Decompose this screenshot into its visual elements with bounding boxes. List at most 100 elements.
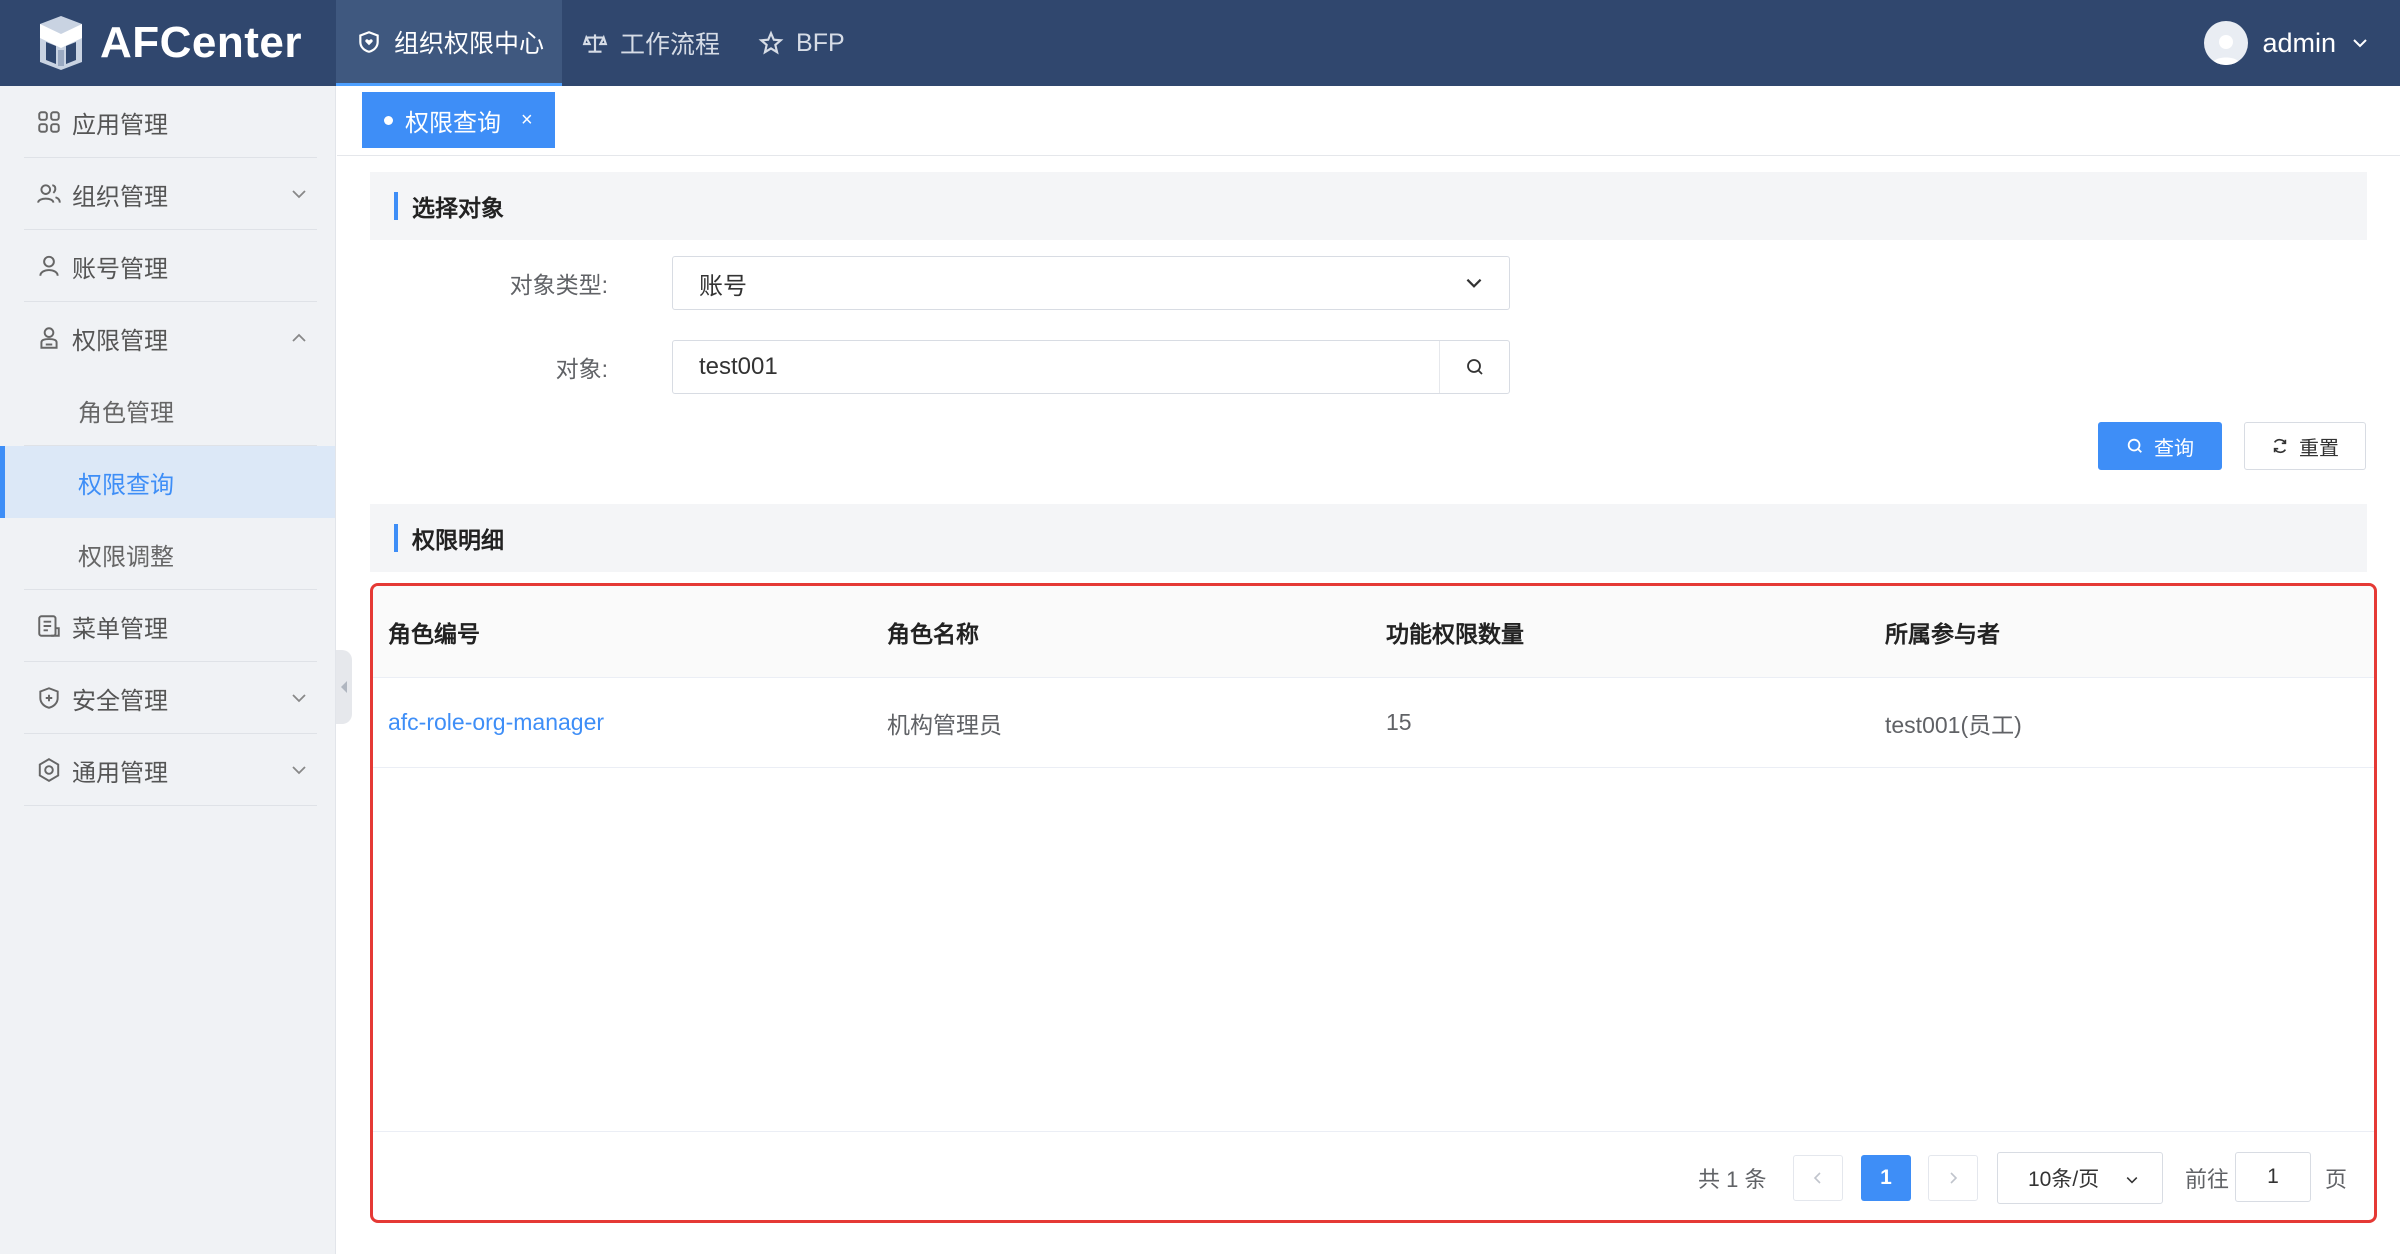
tab-permission-query[interactable]: 权限查询 × [362,92,555,148]
search-icon [2127,438,2142,453]
sidebar-item-label: 安全管理 [72,687,168,715]
chevron-down-icon [292,766,306,775]
active-dot [384,115,393,125]
column-header-participant[interactable]: 所属参与者 [1885,586,2000,677]
sidebar-item-label: 账号管理 [72,255,168,283]
chevron-down-icon [2126,1177,2138,1184]
nav-workflow[interactable]: 工作流程 [562,0,738,86]
reset-button[interactable]: 重置 [2244,422,2366,470]
role-name-cell: 机构管理员 [887,711,1002,738]
nav-bfp[interactable]: BFP [738,0,863,86]
page-suffix: 页 [2325,1167,2348,1192]
permission-table: 角色编号 角色名称 功能权限数量 所属参与者 afc-role-org-mana… [370,583,2377,1223]
user-icon [39,255,59,277]
search-icon [1466,359,1483,375]
close-icon[interactable]: × [521,109,533,132]
sidebar-item-label: 权限管理 [72,327,168,355]
section-title: 权限明细 [412,527,504,553]
page-size-value: 10条/页 [2028,1168,2100,1191]
shield-heart-icon [359,30,379,53]
sidebar-item-general-management[interactable]: 通用管理 [0,734,335,806]
reset-button-label: 重置 [2299,437,2339,460]
role-code-link[interactable]: afc-role-org-manager [388,678,604,767]
chevron-down-icon [292,694,306,703]
nav-org-permission-center[interactable]: 组织权限中心 [336,0,563,86]
sidebar-subitem-permission-query[interactable]: 权限查询 [0,446,335,518]
section-select-object: 选择对象 [370,172,2367,240]
afcenter-logo-icon [40,16,82,70]
page-size-select[interactable]: 10条/页 [1997,1152,2163,1204]
sidebar-collapse-handle[interactable] [336,650,352,724]
sidebar-item-label: 应用管理 [72,111,168,139]
sidebar-item-menu-management[interactable]: 菜单管理 [0,590,335,662]
chevron-down-icon [2353,39,2367,48]
next-page-button[interactable] [1928,1155,1978,1201]
nav-label: BFP [796,28,845,57]
tab-bar: 权限查询 × [337,86,2400,156]
page-number-current[interactable]: 1 [1861,1155,1911,1201]
top-header: AFCenter 组织权限中心 工作流程 BFP admin [0,0,2400,86]
sidebar-item-label: 组织管理 [72,183,168,211]
sidebar-subitem-role-management[interactable]: 角色管理 [0,374,335,446]
user-avatar-icon [2212,35,2241,65]
object-search-input[interactable]: test001 [672,340,1510,394]
section-title: 选择对象 [412,195,504,221]
sidebar-item-permission-management[interactable]: 权限管理 [0,302,335,374]
nav-label: 组织权限中心 [394,29,545,58]
sidebar-subitem-label: 权限查询 [78,471,174,499]
section-permission-details: 权限明细 [370,504,2367,572]
permission-count-cell: 15 [1386,709,1412,735]
column-header-role-name[interactable]: 角色名称 [887,586,979,677]
refresh-icon [2273,438,2287,454]
participant-cell: test001(员工) [1885,711,2022,738]
app-name: AFCenter [100,18,303,67]
scale-icon [582,34,608,53]
username: admin [2262,27,2336,58]
pagination: 共 1 条 1 10条/页 前往 1 页 [373,1131,2374,1220]
sidebar-subitem-label: 权限调整 [78,543,174,571]
sidebar-item-org-management[interactable]: 组织管理 [0,158,335,230]
select-arrow [1439,257,1509,309]
tab-label: 权限查询 [405,109,501,137]
goto-page-input[interactable]: 1 [2235,1152,2311,1202]
sidebar-item-label: 通用管理 [72,759,168,787]
chevron-down-icon [1466,278,1482,288]
nav-label: 工作流程 [620,31,721,59]
query-button[interactable]: 查询 [2098,422,2222,470]
object-type-select[interactable]: 账号 [672,256,1510,310]
column-header-permission-count[interactable]: 功能权限数量 [1386,586,1524,677]
shield-plus-icon [39,687,59,709]
sidebar-item-account-management[interactable]: 账号管理 [0,230,335,302]
table-header: 角色编号 角色名称 功能权限数量 所属参与者 [373,586,2374,678]
chevron-left-icon [1813,1172,1821,1184]
table-row[interactable]: afc-role-org-manager 机构管理员 15 test001(员工… [373,678,2374,768]
user-menu[interactable]: admin [2204,0,2400,86]
column-header-role-code[interactable]: 角色编号 [388,586,480,677]
object-search-button[interactable] [1439,341,1509,393]
chevron-right-icon [1950,1172,1958,1184]
object-type-label: 对象类型: [509,272,608,298]
object-type-value: 账号 [699,272,747,300]
pagination-total: 共 1 条 [1698,1167,1767,1192]
avatar [2204,21,2249,65]
goto-label: 前往 [2185,1167,2230,1192]
menu-doc-icon [38,615,60,637]
form-row-object: 对象: test001 [370,340,1510,394]
users-icon [37,184,61,203]
grid-icon [38,111,60,133]
sidebar-item-label: 菜单管理 [72,615,168,643]
sidebar: 应用管理 组织管理 账号管理 权限管理 角色管理 权限查询 权限调整 菜单管理 [0,86,336,1254]
object-label: 对象: [555,356,608,382]
sidebar-item-security-management[interactable]: 安全管理 [0,662,335,734]
section-accent-bar [394,524,398,552]
star-icon [758,30,784,55]
sidebar-item-app-management[interactable]: 应用管理 [0,86,335,158]
settings-icon [38,758,60,782]
app-logo[interactable]: AFCenter [0,0,336,86]
sidebar-subitem-label: 角色管理 [78,399,174,427]
form-row-object-type: 对象类型: 账号 [370,256,1510,310]
caret-left-icon [341,681,347,693]
object-input-value: test001 [699,353,778,380]
sidebar-subitem-permission-adjust[interactable]: 权限调整 [0,518,335,590]
prev-page-button[interactable] [1793,1155,1843,1201]
